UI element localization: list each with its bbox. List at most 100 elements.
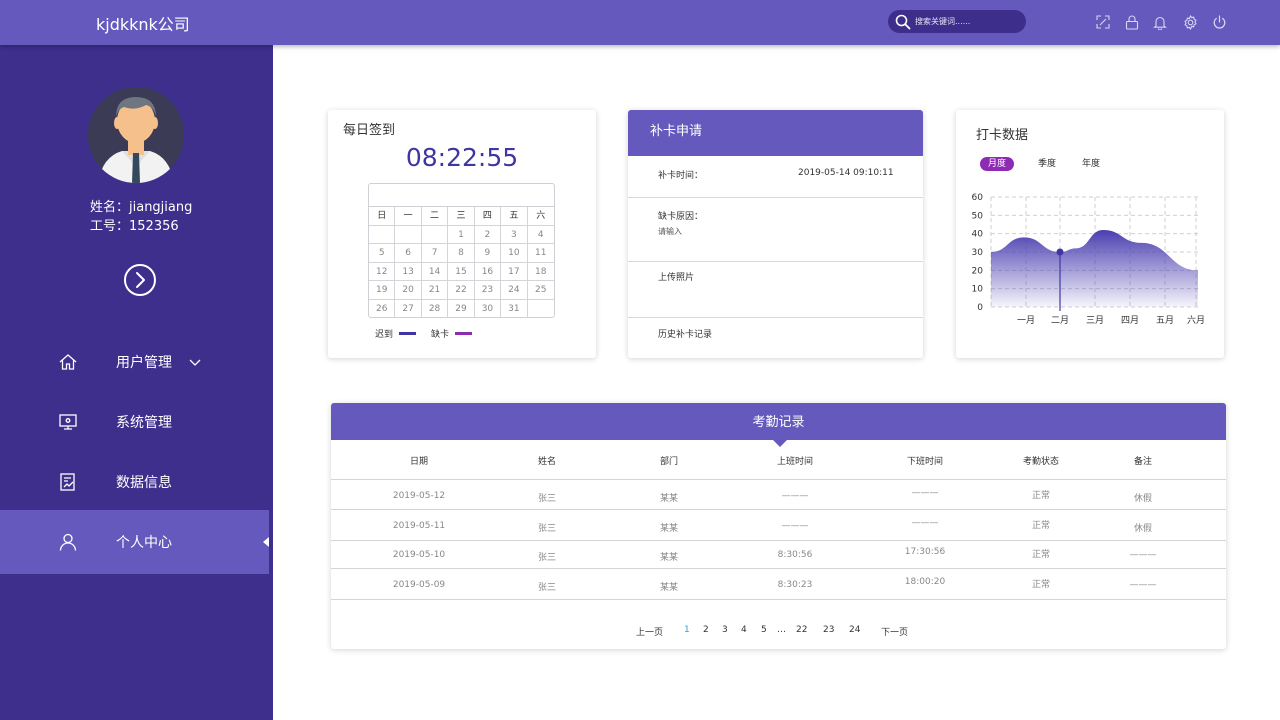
chevron-down-icon[interactable] [188,353,202,372]
y-tick-label: 0 [977,303,983,313]
lock-icon[interactable] [1123,13,1141,31]
column-header[interactable]: 部门 [660,454,678,467]
calendar-day[interactable]: 23 [474,281,502,300]
calendar-day[interactable]: 26 [369,299,396,317]
punch-area-chart: 0 10 20 30 40 50 60 一月 二月 三月 四月 五月 六月 [972,193,1205,326]
power-icon[interactable] [1210,13,1228,31]
table-cell: 2019-05-12 [392,491,446,501]
search-box[interactable] [888,10,1026,33]
next-page-button[interactable]: 下一页 [881,625,908,638]
page-button[interactable]: 5 [761,625,767,635]
top-bar: kjdkknk公司 [0,0,1280,45]
supplement-photo-row[interactable]: 上传照片 [628,262,923,318]
table-row[interactable]: 2019-05-11 张三 某某 ——— ——— 正常 休假 [331,510,1226,541]
calendar-day[interactable]: 12 [369,262,396,282]
calendar-day[interactable]: 6 [395,244,422,263]
table-cell: 休假 [1133,524,1153,534]
legend-absent: 缺卡 [431,327,473,340]
column-header[interactable]: 日期 [410,454,428,467]
table-cell: 张三 [537,553,557,563]
calendar-day[interactable]: 19 [369,281,396,300]
calendar-day[interactable]: 17 [501,262,528,282]
tab-month[interactable]: 月度 [980,157,1015,171]
page-button[interactable]: 1 [684,625,690,635]
calendar-day[interactable]: 2 [474,225,502,245]
table-cell: ——— [781,491,809,501]
table-row[interactable]: 2019-05-09 张三 某某 8:30:23 18:00:20 正常 ——— [331,569,1226,600]
checkin-clock: 08:22:55 [405,143,519,172]
table-row[interactable]: 2019-05-10 张三 某某 8:30:56 17:30:56 正常 ——— [331,539,1226,569]
circle-arrow-icon[interactable] [123,263,157,297]
calendar-day[interactable]: 15 [448,262,475,282]
calendar-day[interactable]: 1 [448,225,475,245]
calendar-day[interactable]: 5 [369,244,396,263]
tab-year[interactable]: 年度 [1074,157,1108,171]
tab-quarter[interactable]: 季度 [1030,157,1064,171]
table-cell: 2019-05-10 [392,550,446,560]
history-link[interactable]: 历史补卡记录 [658,327,712,340]
nav-item-data-info[interactable]: 数据信息 [0,450,273,514]
app-title: kjdkknk公司 [96,15,190,34]
calendar-day[interactable]: 25 [527,281,554,300]
column-header[interactable]: 下班时间 [907,454,943,467]
calendar-day[interactable]: 11 [527,244,554,263]
prev-page-button[interactable]: 上一页 [636,625,663,638]
table-cell: 2019-05-11 [392,521,446,531]
attendance-records-card: 考勤记录 日期 姓名 部门 上班时间 下班时间 考勤状态 备注 2019-05-12 张三 某某 —… [331,403,1226,649]
calendar-day[interactable]: 30 [475,299,502,317]
nav-label: 用户管理 [116,355,172,371]
page-button[interactable]: 24 [849,625,860,635]
calendar-day[interactable]: 29 [448,299,475,317]
search-input[interactable] [915,17,1015,26]
table-cell: 2019-05-09 [392,580,446,590]
column-header[interactable]: 上班时间 [777,454,813,467]
calendar-day[interactable]: 7 [421,244,449,263]
supplement-history-row[interactable]: 历史补卡记录 [628,318,923,358]
calendar-day[interactable]: 14 [421,262,449,282]
calendar-day[interactable]: 21 [421,281,449,300]
table-cell: 正常 [1031,580,1051,590]
card-title: 考勤记录 [331,403,1226,447]
table-row[interactable]: 2019-05-12 张三 某某 ——— ——— 正常 休假 [331,480,1226,510]
nav-item-system-management[interactable]: 系统管理 [0,390,273,454]
calendar-day[interactable]: 20 [395,281,422,300]
page-button[interactable]: 23 [823,625,834,635]
calendar-day[interactable]: 3 [501,225,528,245]
calendar-day[interactable]: 24 [501,281,528,300]
reason-label: 缺卡原因： [658,212,704,222]
calendar-day[interactable]: 13 [395,262,422,282]
nav-item-personal-center[interactable]: 个人中心 [0,510,269,574]
calendar-day[interactable]: 18 [527,263,554,282]
column-header[interactable]: 备注 [1134,454,1152,467]
supplement-reason-row: 缺卡原因： 请输入 [628,198,923,262]
page-button[interactable]: 4 [741,625,747,635]
column-header[interactable]: 考勤状态 [1023,454,1059,467]
bell-icon[interactable] [1151,13,1169,31]
calendar-day[interactable]: 27 [395,299,422,317]
calendar-day[interactable]: 9 [474,244,502,263]
calendar-day[interactable]: 22 [448,281,475,300]
table-cell: 8:30:56 [777,550,813,560]
supplement-card: 补卡申请 补卡时间： 2019-05-14 09:10:11 缺卡原因： 请输入… [628,110,923,358]
reason-input[interactable]: 请输入 [658,226,682,237]
fullscreen-icon[interactable] [1094,13,1112,31]
calendar-header [369,184,554,207]
page-button[interactable]: 22 [796,625,807,635]
page-button[interactable]: 3 [722,625,728,635]
calendar-day[interactable]: 8 [448,244,475,263]
calendar-day[interactable]: 31 [501,299,528,317]
card-title: 打卡数据 [976,128,1029,143]
table-cell: ——— [1129,550,1157,560]
card-title: 补卡申请 [628,110,923,156]
calendar-day[interactable]: 16 [474,262,502,282]
page-button[interactable]: … [777,625,786,635]
gear-icon[interactable] [1181,13,1199,31]
y-tick-label: 30 [972,248,984,258]
nav-item-user-management[interactable]: 用户管理 [0,330,273,394]
calendar-day[interactable]: 4 [527,226,554,245]
calendar-day[interactable]: 28 [422,299,449,317]
legend-absent-swatch [455,332,473,335]
column-header[interactable]: 姓名 [538,454,556,467]
page-button[interactable]: 2 [703,625,709,635]
calendar-day[interactable]: 10 [501,244,528,263]
